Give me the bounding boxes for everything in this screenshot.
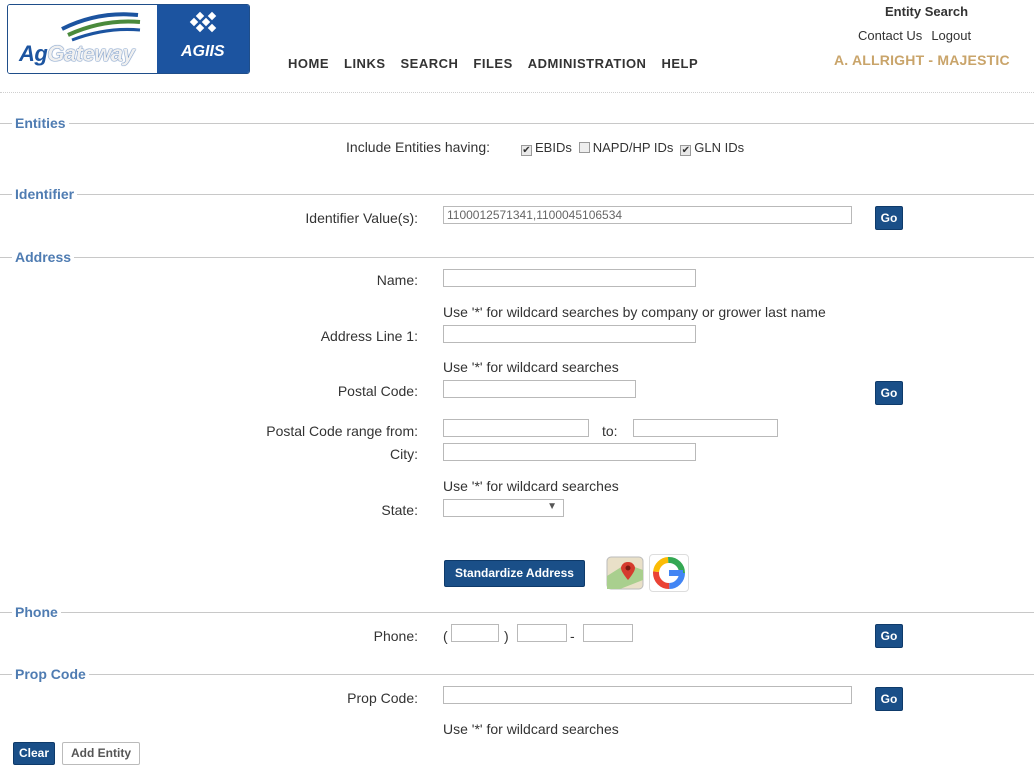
identifier-value-label: Identifier Value(s): bbox=[305, 210, 418, 226]
add-entity-button[interactable]: Add Entity bbox=[62, 742, 140, 765]
phone-label: Phone: bbox=[373, 628, 418, 644]
dropdown-arrow-icon: ▼ bbox=[547, 501, 557, 512]
logout-link[interactable]: Logout bbox=[931, 28, 971, 43]
nav-search[interactable]: SEARCH bbox=[401, 56, 459, 71]
prop-code-input[interactable] bbox=[443, 686, 852, 704]
prop-code-hint: Use '*' for wildcard searches bbox=[443, 721, 619, 737]
napd-checkbox[interactable] bbox=[578, 142, 590, 153]
nav-administration[interactable]: ADMINISTRATION bbox=[528, 56, 647, 71]
top-links: Contact Us Logout bbox=[858, 28, 980, 43]
napd-label: NAPD/HP IDs bbox=[592, 140, 674, 155]
logo-ag-text: Ag bbox=[19, 41, 48, 66]
phone-section-label: Phone bbox=[12, 604, 61, 620]
state-label: State: bbox=[381, 502, 418, 518]
agiis-mark: AGIIS bbox=[157, 5, 249, 73]
gln-label: GLN IDs bbox=[694, 140, 745, 155]
address-go-button[interactable]: Go bbox=[875, 381, 903, 405]
logo-agiis-text: AGIIS bbox=[181, 43, 225, 60]
standardize-address-button[interactable]: Standardize Address bbox=[444, 560, 585, 587]
maps-icon[interactable] bbox=[606, 556, 644, 590]
postal-range-from-input[interactable] bbox=[443, 419, 589, 437]
name-label: Name: bbox=[376, 272, 418, 288]
nav-home[interactable]: HOME bbox=[288, 56, 329, 71]
ebids-label: EBIDs bbox=[535, 140, 572, 155]
city-input[interactable] bbox=[443, 443, 696, 461]
nav-files[interactable]: FILES bbox=[473, 56, 512, 71]
phone-open-paren: ( bbox=[443, 628, 448, 644]
address-section-label: Address bbox=[12, 249, 75, 265]
postal-code-input[interactable] bbox=[443, 380, 636, 398]
phone-line-input[interactable] bbox=[583, 624, 633, 642]
agiis-logo[interactable]: AgGateway AGIIS bbox=[7, 4, 250, 74]
logo-gateway-text: Gateway bbox=[47, 41, 135, 66]
clear-button[interactable]: Clear bbox=[13, 742, 55, 765]
page-title: Entity Search bbox=[885, 4, 969, 19]
prop-code-go-button[interactable]: Go bbox=[875, 687, 903, 711]
phone-area-input[interactable] bbox=[451, 624, 499, 642]
user-name: A. ALLRIGHT - MAJESTIC bbox=[834, 52, 1010, 68]
entities-section-label: Entities bbox=[12, 115, 69, 131]
identifier-section: Identifier bbox=[0, 186, 1034, 202]
diamond-grid-icon bbox=[189, 11, 217, 33]
include-entities-label: Include Entities having: bbox=[346, 139, 490, 155]
ebids-checkbox[interactable]: ✔ bbox=[521, 145, 532, 156]
city-label: City: bbox=[390, 446, 418, 462]
aggateway-logo: AgGateway bbox=[8, 5, 157, 73]
wave-logo-icon bbox=[61, 12, 141, 42]
identifier-section-label: Identifier bbox=[12, 186, 78, 202]
propcode-section-label: Prop Code bbox=[12, 666, 89, 682]
main-nav: HOME LINKS SEARCH FILES ADMINISTRATION HELP bbox=[288, 55, 713, 71]
phone-prefix-input[interactable] bbox=[517, 624, 567, 642]
postal-range-to-label: to: bbox=[602, 423, 618, 439]
google-icon[interactable] bbox=[649, 554, 689, 592]
address-line1-input[interactable] bbox=[443, 325, 696, 343]
phone-section: Phone bbox=[0, 604, 1034, 620]
phone-dash: - bbox=[570, 628, 575, 644]
entity-type-options: ✔ EBIDs NAPD/HP IDs ✔ GLN IDs bbox=[521, 139, 747, 156]
identifier-go-button[interactable]: Go bbox=[875, 206, 903, 230]
prop-code-label: Prop Code: bbox=[347, 690, 418, 706]
city-hint: Use '*' for wildcard searches bbox=[443, 478, 619, 494]
address-section: Address bbox=[0, 249, 1034, 265]
postal-code-label: Postal Code: bbox=[337, 383, 418, 399]
name-input[interactable] bbox=[443, 269, 696, 287]
address-line1-label: Address Line 1: bbox=[320, 328, 418, 344]
postal-range-label: Postal Code range from: bbox=[266, 423, 418, 439]
header-divider bbox=[0, 92, 1034, 93]
phone-close-paren: ) bbox=[504, 628, 509, 644]
phone-go-button[interactable]: Go bbox=[875, 624, 903, 648]
name-hint: Use '*' for wildcard searches by company… bbox=[443, 304, 826, 320]
nav-links[interactable]: LINKS bbox=[344, 56, 386, 71]
propcode-section: Prop Code bbox=[0, 666, 1034, 682]
entities-section: Entities bbox=[0, 115, 1034, 131]
gln-checkbox[interactable]: ✔ bbox=[680, 145, 692, 156]
address-line1-hint: Use '*' for wildcard searches bbox=[443, 359, 619, 375]
state-select[interactable]: ▼ bbox=[443, 499, 564, 517]
postal-range-to-input[interactable] bbox=[633, 419, 778, 437]
contact-us-link[interactable]: Contact Us bbox=[858, 28, 922, 43]
nav-help[interactable]: HELP bbox=[661, 56, 698, 71]
identifier-value-input[interactable]: 1100012571341,1100045106534 bbox=[443, 206, 852, 224]
